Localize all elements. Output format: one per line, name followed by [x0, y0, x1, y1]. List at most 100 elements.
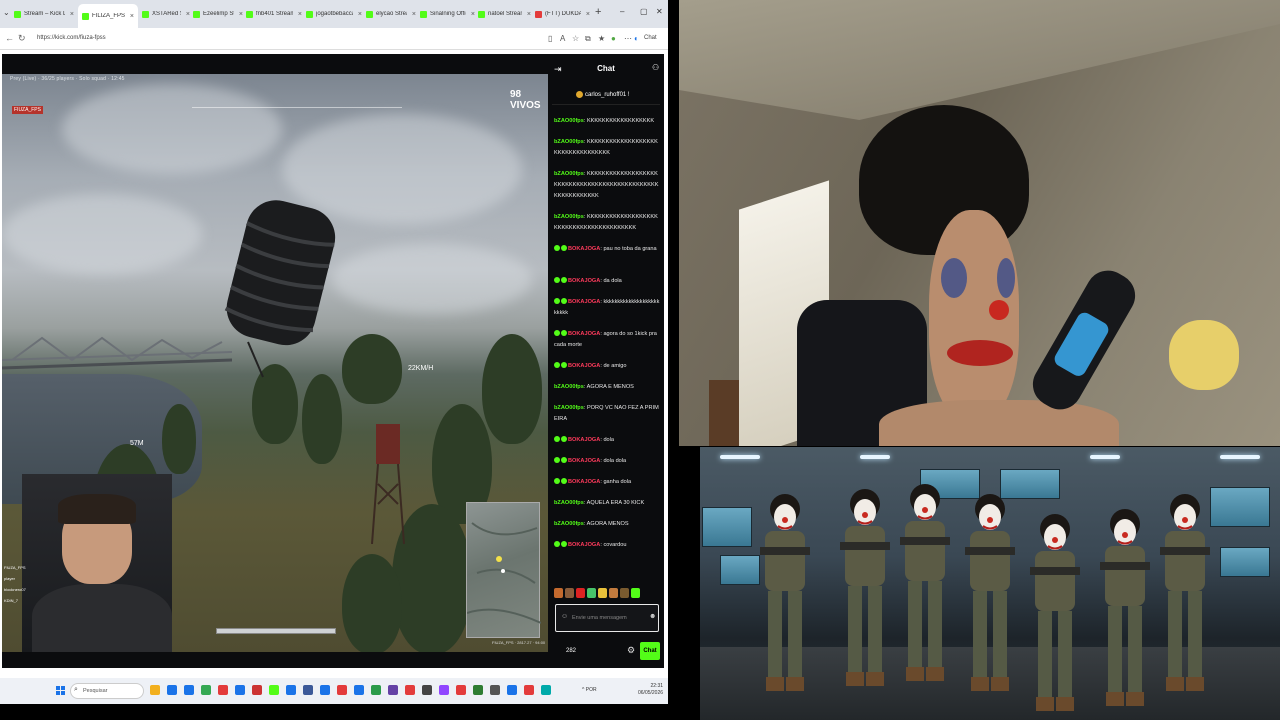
close-tab-icon[interactable]: ×: [239, 11, 243, 18]
windows-start-icon[interactable]: [56, 686, 66, 696]
taskbar-app-icon[interactable]: [473, 685, 483, 695]
browser-tab[interactable]: FILIZA_FPSO N ×: [78, 4, 138, 28]
taskbar-search[interactable]: Pesquisar: [70, 683, 144, 699]
users-icon[interactable]: ⚇: [652, 63, 659, 72]
extension-icon[interactable]: ●: [611, 34, 616, 43]
font-icon[interactable]: A: [560, 34, 565, 43]
chat-username[interactable]: BOKAJOGA: [568, 299, 600, 305]
pinned-user[interactable]: carlos_ruhoff01 !: [585, 92, 630, 98]
taskbar-app-icon[interactable]: [218, 685, 228, 695]
browser-tab[interactable]: elycao Stream ×: [366, 6, 416, 22]
taskbar-app-icon[interactable]: [303, 685, 313, 695]
taskbar-app-icon[interactable]: [269, 685, 279, 695]
taskbar-app-icon[interactable]: [507, 685, 517, 695]
copilot-icon[interactable]: ◐: [634, 34, 639, 43]
reader-icon[interactable]: ▯: [548, 34, 552, 43]
taskbar-app-icon[interactable]: [388, 685, 398, 695]
chat-username[interactable]: bZAO00fps: [554, 214, 584, 220]
chat-username[interactable]: bZAO00fps: [554, 118, 584, 124]
emote[interactable]: [598, 588, 607, 598]
back-icon[interactable]: ←: [5, 33, 14, 43]
reload-icon[interactable]: ↻: [18, 33, 26, 44]
browser-tab[interactable]: Stream – Kick Dashb ×: [14, 6, 74, 22]
close-tab-icon[interactable]: ×: [186, 11, 190, 18]
stream-video[interactable]: Prey (Live) · 36/25 players · Solo squad…: [2, 74, 548, 652]
chat-username[interactable]: BOKAJOGA: [568, 246, 600, 252]
chat-username[interactable]: BOKAJOGA: [568, 458, 600, 464]
url-field[interactable]: https://kick.com/fiuza-fpss: [37, 35, 106, 41]
browser-tab[interactable]: natoel Stream ×: [478, 6, 531, 22]
chat-username[interactable]: BOKAJOGA: [568, 479, 600, 485]
chat-username[interactable]: BOKAJOGA: [568, 542, 600, 548]
taskbar-app-icon[interactable]: [541, 685, 551, 695]
taskbar-app-icon[interactable]: [252, 685, 262, 695]
taskbar-app-icon[interactable]: [456, 685, 466, 695]
split-icon[interactable]: ⧉: [585, 34, 591, 44]
taskbar-app-icon[interactable]: [405, 685, 415, 695]
taskbar-app-icon[interactable]: [422, 685, 432, 695]
emote[interactable]: [554, 588, 563, 598]
taskbar-app-icon[interactable]: [286, 685, 296, 695]
chat-shortcut-label[interactable]: Chat: [644, 35, 657, 41]
gear-icon[interactable]: ⚙: [627, 645, 635, 656]
taskbar-clock[interactable]: 22:31 06/05/2026: [638, 683, 663, 697]
more-icon[interactable]: ⋯: [624, 34, 632, 43]
close-tab-icon[interactable]: ×: [70, 11, 74, 18]
taskbar-app-icon[interactable]: [167, 685, 177, 695]
taskbar-app-icon[interactable]: [439, 685, 449, 695]
taskbar-app-icon[interactable]: [201, 685, 211, 695]
chat-username[interactable]: BOKAJOGA: [568, 363, 600, 369]
chat-username[interactable]: bZAO00fps: [554, 521, 584, 527]
taskbar-app-icon[interactable]: [150, 685, 160, 695]
chat-username[interactable]: BOKAJOGA: [568, 331, 600, 337]
chat-username[interactable]: bZAO00fps: [554, 171, 584, 177]
send-chat-button[interactable]: Chat: [640, 642, 660, 660]
browser-tab[interactable]: (FTT) DUKDA CC ×: [535, 6, 590, 22]
emote[interactable]: [565, 588, 574, 598]
close-tab-icon[interactable]: ×: [471, 11, 475, 18]
browser-tab[interactable]: Sinalning Official ×: [420, 6, 475, 22]
tab-search-icon[interactable]: ⌄: [3, 8, 10, 17]
chat-username[interactable]: BOKAJOGA: [568, 278, 600, 284]
taskbar-app-icon[interactable]: [337, 685, 347, 695]
browser-tab[interactable]: XSTARed Stream ×: [142, 6, 190, 22]
chat-username[interactable]: BOKAJOGA: [568, 437, 600, 443]
emote[interactable]: [587, 588, 596, 598]
taskbar-app-icon[interactable]: [235, 685, 245, 695]
minimize-button[interactable]: –: [620, 7, 624, 16]
taskbar-app-icon[interactable]: [184, 685, 194, 695]
emote[interactable]: [609, 588, 618, 598]
taskbar-app-icon[interactable]: [524, 685, 534, 695]
close-tab-icon[interactable]: ×: [130, 13, 134, 20]
close-tab-icon[interactable]: ×: [527, 11, 531, 18]
system-tray[interactable]: ^ POR: [582, 687, 597, 693]
emoji-icon[interactable]: ☺: [561, 613, 568, 620]
chat-username[interactable]: bZAO00fps: [554, 405, 584, 411]
close-tab-icon[interactable]: ×: [298, 11, 302, 18]
close-tab-icon[interactable]: ×: [412, 11, 416, 18]
emote-picker-icon[interactable]: ☻: [649, 613, 656, 620]
emote[interactable]: [631, 588, 640, 598]
close-tab-icon[interactable]: ×: [586, 11, 590, 18]
browser-tab[interactable]: fnb401 Stream ×: [246, 6, 302, 22]
maximize-button[interactable]: ▢: [640, 7, 648, 16]
minimap-label: FIUZA_FPS · 2817.27 · 94:00: [492, 640, 546, 645]
favorites-icon[interactable]: ★: [598, 34, 605, 43]
emote[interactable]: [576, 588, 585, 598]
new-tab-button[interactable]: +: [595, 6, 601, 18]
tree: [482, 334, 542, 444]
taskbar-app-icon[interactable]: [371, 685, 381, 695]
emote[interactable]: [620, 588, 629, 598]
taskbar-app-icon[interactable]: [354, 685, 364, 695]
close-window-button[interactable]: ✕: [656, 7, 663, 16]
taskbar-app-icon[interactable]: [490, 685, 500, 695]
chat-username[interactable]: bZAO00fps: [554, 500, 584, 506]
close-tab-icon[interactable]: ×: [358, 11, 362, 18]
browser-tab[interactable]: jogaotbebacca ×: [306, 6, 362, 22]
chat-username[interactable]: bZAO00fps: [554, 139, 584, 145]
chat-username[interactable]: bZAO00fps: [554, 384, 584, 390]
star-icon[interactable]: ☆: [572, 34, 579, 43]
taskbar-app-icon[interactable]: [320, 685, 330, 695]
chat-input[interactable]: ☺ Envie uma mensagem ☻: [555, 604, 659, 632]
browser-tab[interactable]: Ezeelimp Stream – • ×: [193, 6, 243, 22]
